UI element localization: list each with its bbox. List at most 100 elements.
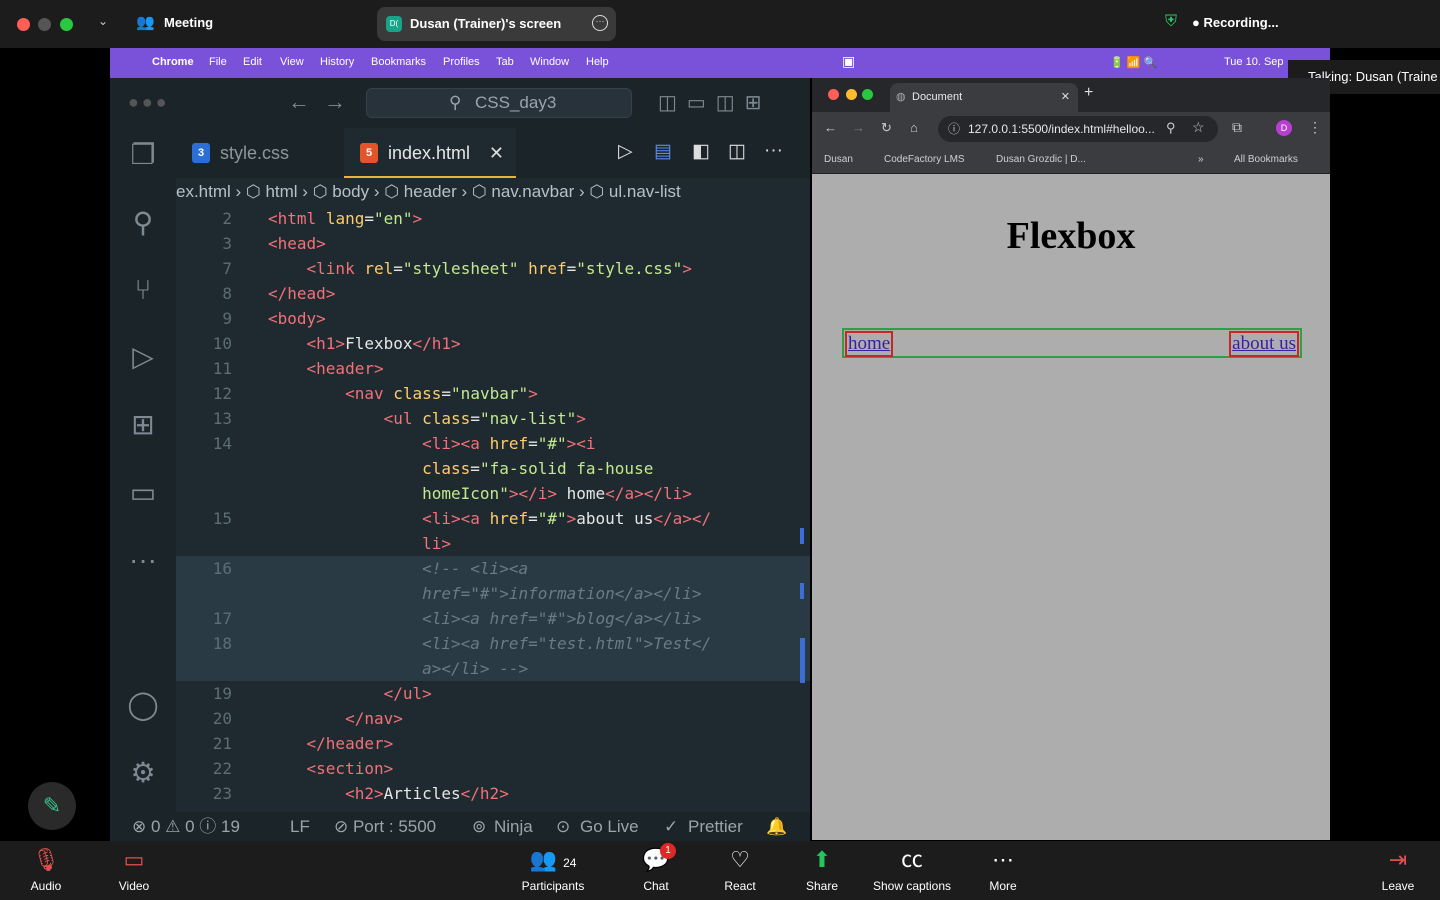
menu-chrome[interactable]: Chrome (152, 56, 194, 68)
chat-button[interactable]: 💬 1 Chat (630, 841, 682, 900)
code-line[interactable]: 7 <link rel="stylesheet" href="style.css… (176, 256, 810, 281)
menu-window[interactable]: Window (530, 56, 569, 68)
code-line[interactable]: href="#">information</a></li> (176, 581, 810, 606)
bell-icon[interactable]: 🔔 (766, 812, 787, 841)
participants-button[interactable]: 👥 24 Participants (516, 841, 590, 900)
code-line[interactable]: 18 <li><a href="test.html">Test</ (176, 631, 810, 656)
tab-index-html[interactable]: 5 index.html ✕ (344, 128, 516, 178)
back-arrow-icon[interactable]: ← (288, 89, 310, 115)
code-line[interactable]: a></li> --> (176, 656, 810, 681)
more-options-icon[interactable]: ··· (592, 15, 608, 31)
menu-edit[interactable]: Edit (243, 56, 262, 68)
run-debug-icon[interactable]: ▷ (126, 340, 160, 374)
breadcrumb[interactable]: ex.html › ⬡ html › ⬡ body › ⬡ header › ⬡… (176, 178, 810, 206)
account-icon[interactable]: ◯ (126, 688, 160, 722)
more-actions-icon[interactable]: ··· (764, 140, 783, 162)
zoom-icon[interactable]: ⚲ (1166, 120, 1176, 136)
shared-screen-pill[interactable]: D( Dusan (Trainer)'s screen ··· (377, 7, 616, 41)
command-center-search[interactable]: ⚲ CSS_day3 (366, 88, 632, 118)
layout-toggle-icons[interactable]: ◫▭◫⊞ (658, 90, 771, 115)
search-icon[interactable]: ⚲ (126, 206, 160, 240)
extensions-icon[interactable]: ⧉ (1232, 119, 1242, 136)
menu-bookmarks[interactable]: Bookmarks (371, 56, 426, 68)
close-window-button[interactable] (17, 18, 30, 31)
forward-arrow-icon[interactable]: → (852, 120, 865, 135)
screen-share-icon[interactable]: ▣ (842, 53, 855, 70)
recording-status[interactable]: ● Recording... (1192, 15, 1279, 30)
minimize-window-button[interactable] (846, 89, 857, 100)
menu-file[interactable]: File (209, 56, 227, 68)
chevron-double-right-icon[interactable]: » (1198, 154, 1204, 165)
code-line[interactable]: 10 <h1>Flexbox</h1> (176, 331, 810, 356)
menu-view[interactable]: View (280, 56, 304, 68)
extensions-icon[interactable]: ⊞ (126, 408, 160, 442)
port-status[interactable]: ⊘ Port : 5500 (334, 812, 436, 841)
code-line[interactable]: 8 </head> (176, 281, 810, 306)
code-line[interactable]: 11 <header> (176, 356, 810, 381)
live-preview-icon[interactable]: ▤ (654, 140, 672, 163)
code-line[interactable]: 9 <body> (176, 306, 810, 331)
menu-profiles[interactable]: Profiles (443, 56, 480, 68)
site-info-icon[interactable]: ⓘ (948, 116, 960, 142)
explorer-icon[interactable]: ❐ (126, 138, 160, 172)
forward-arrow-icon[interactable]: → (324, 89, 346, 115)
code-line[interactable]: 15 <li><a href="#">about us</a></ (176, 506, 810, 531)
code-line[interactable]: 2 <html lang="en"> (176, 206, 810, 231)
code-line[interactable]: 20 </nav> (176, 706, 810, 731)
bookmark-dusan-grozdic[interactable]: Dusan Grozdic | D... (996, 154, 1086, 165)
code-line[interactable]: 12 <nav class="navbar"> (176, 381, 810, 406)
window-controls[interactable]: ●●● (128, 92, 170, 113)
code-editor[interactable]: 2 <html lang="en"> 3 <head> 7 <link rel="sty… (176, 206, 810, 812)
leave-button[interactable]: ⇥ Leave (1372, 841, 1424, 900)
react-button[interactable]: ♡ React (712, 841, 768, 900)
home-icon[interactable]: ⌂ (910, 120, 918, 135)
captions-button[interactable]: ㏄ Show captions (866, 841, 958, 900)
reload-icon[interactable]: ↻ (881, 120, 892, 136)
minimize-window-button[interactable] (38, 18, 51, 31)
menu-history[interactable]: History (320, 56, 354, 68)
open-preview-icon[interactable]: ◧ (692, 140, 710, 163)
bookmark-all[interactable]: All Bookmarks (1234, 154, 1298, 165)
nav-link-about[interactable]: about us (1229, 331, 1299, 357)
back-arrow-icon[interactable]: ← (824, 120, 837, 135)
code-line[interactable]: 17 <li><a href="#">blog</a></li> (176, 606, 810, 631)
new-tab-icon[interactable]: + (1084, 84, 1093, 102)
code-line[interactable]: 19 </ul> (176, 681, 810, 706)
bookmark-dusan[interactable]: Dusan (824, 154, 853, 165)
code-line[interactable]: 3 <head> (176, 231, 810, 256)
kebab-menu-icon[interactable]: ⋮ (1308, 119, 1322, 136)
video-button[interactable]: ▭ Video (106, 841, 162, 900)
close-window-button[interactable] (828, 89, 839, 100)
source-control-icon[interactable]: ⑂ (126, 273, 160, 307)
chevron-down-icon[interactable]: ⌄ (98, 14, 108, 28)
settings-gear-icon[interactable]: ⚙ (126, 756, 160, 790)
code-line[interactable]: 22 <section> (176, 756, 810, 781)
annotate-pen-icon[interactable]: ✎ (28, 782, 76, 830)
profile-avatar[interactable]: D (1276, 120, 1292, 136)
prettier-status[interactable]: Prettier (688, 812, 743, 841)
ninja-status[interactable]: Ninja (494, 812, 533, 841)
bookmark-star-icon[interactable]: ☆ (1192, 119, 1205, 136)
close-tab-icon[interactable]: ✕ (489, 128, 504, 178)
zoom-window-button[interactable] (862, 89, 873, 100)
code-line[interactable]: 16 <!-- <li><a (176, 556, 810, 581)
more-button[interactable]: ⋯ More (978, 841, 1028, 900)
tab-style-css[interactable]: 3 style.css (176, 128, 342, 178)
share-button[interactable]: ⬆ Share (796, 841, 848, 900)
code-line[interactable]: 21 </header> (176, 731, 810, 756)
run-icon[interactable]: ▷ (618, 140, 633, 163)
more-icon[interactable]: ··· (126, 543, 160, 577)
menu-tab[interactable]: Tab (496, 56, 514, 68)
audio-button[interactable]: 🎙 Audio (18, 841, 74, 900)
remote-explorer-icon[interactable]: ▭ (126, 476, 160, 510)
browser-tab-document[interactable]: ◍ Document ✕ (890, 83, 1078, 112)
bookmark-codefactory[interactable]: CodeFactory LMS (884, 154, 965, 165)
code-line[interactable]: 14 <li><a href="#"><i (176, 431, 810, 456)
address-bar[interactable]: ⓘ 127.0.0.1:5500/index.html#helloo... (938, 116, 1218, 142)
code-line[interactable]: 13 <ul class="nav-list"> (176, 406, 810, 431)
code-line[interactable]: 23 <h2>Articles</h2> (176, 781, 810, 806)
zoom-window-button[interactable] (60, 18, 73, 31)
menu-help[interactable]: Help (586, 56, 609, 68)
eol-status[interactable]: LF (290, 812, 310, 841)
close-tab-icon[interactable]: ✕ (1061, 83, 1070, 112)
